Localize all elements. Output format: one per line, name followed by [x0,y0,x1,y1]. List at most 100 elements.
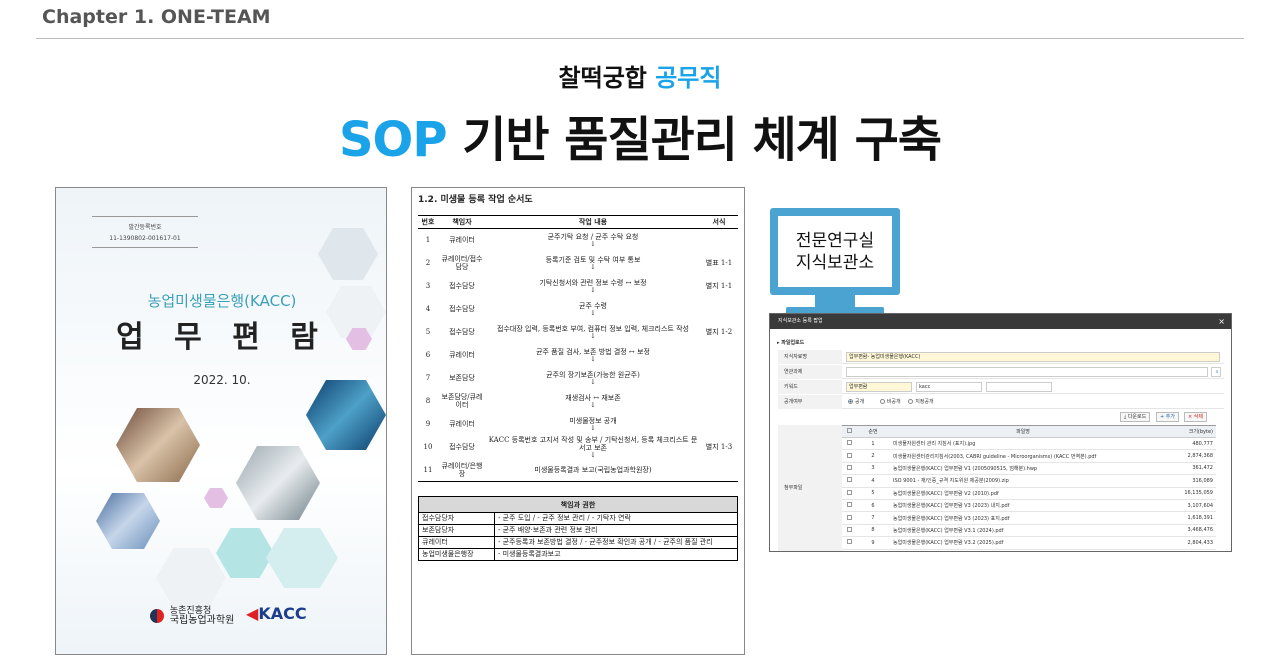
file-name[interactable]: 미생물자원센터 관리 지침서 (표지).jpg [890,437,1156,451]
table-row: 11 큐레이터/은행장 미생물등록결과 보고(국립농업과학원장) [418,458,738,482]
row-owner-text: 접수담당 [449,282,475,290]
keyword-input-1[interactable]: 업무편람 [846,382,912,392]
table-row: 보존담당자 - 균주 배양·보존과 관련 정보 관리 [418,524,738,537]
row-number-text: 3 [425,282,431,290]
row-form-text: 별표 1-1 [705,259,733,267]
file-row[interactable]: 4 ISO 9001 - 재/인증_규격 지도위원 제공분(2009).zip 31… [842,474,1216,488]
checkbox-icon [846,502,852,508]
row-task: KACC 등록번호 고지서 작성 및 송부 / 기탁신청서, 등록 체크리스트 … [486,436,700,459]
keyword-row: 키워드 업무편람 kacc [778,380,1224,394]
slide-subtitle: 찰떡궁합 공무직 [0,58,1280,93]
file-row[interactable]: 8 농업미생물은행(KACC) 업무편람 V3.1 (2024).pdf 3,468… [842,524,1216,538]
table-row: 8 보존담당/큐레이터 재생검사 ↔ 재보존 ↓ [418,390,738,413]
row-checkbox[interactable] [842,499,856,513]
file-row[interactable]: 1 미생물자원센터 관리 지침서 (표지).jpg 480,777 [842,437,1216,451]
popup-title: 지식보관소 등록 팝업 [778,318,823,324]
radio-target[interactable]: 지정공개 [908,399,934,405]
row-form: 별표 1-1 [700,252,738,275]
row-checkbox[interactable] [842,487,856,500]
keyword-input-3[interactable] [986,382,1052,392]
material-input[interactable]: 업무편람- 농업미생물은행(KACC) [846,352,1220,362]
arrow-down-icon: ↓ [590,331,596,340]
registration-number: 11-1390802-001617-01 [109,235,181,242]
file-number: 4 [856,474,890,488]
table-row: 큐레이터 - 균주등록과 보존방법 결정 / - 균주정보 확인과 공개 / - … [418,536,738,549]
file-row[interactable]: 6 농업미생물은행(KACC) 업무편람 V3 (2023) 내지.pdf 3,10… [842,499,1216,513]
radio-public[interactable]: 공개 [848,399,864,405]
lab-photo-hex [96,493,160,549]
row-owner-text: 접수담당 [449,305,475,313]
row-number-text: 2 [425,259,431,267]
row-checkbox[interactable] [842,511,856,525]
row-owner: 큐레이터/은행장 [438,458,486,482]
close-icon[interactable]: × [1218,314,1225,329]
row-owner: 접수담당 [438,298,486,321]
file-name[interactable]: 농업미생물은행(KACC) 업무편람 V1 (2005090515, 엄해분).… [890,462,1156,476]
keyword-input-2[interactable]: kacc [916,382,982,392]
row-number-text: 9 [425,420,431,428]
row-owner-text: 접수담당 [449,443,475,451]
file-row[interactable]: 5 농업미생물은행(KACC) 업무편람 V2 (2010).pdf 16,135,… [842,487,1216,500]
radio-private[interactable]: 비공개 [879,399,901,405]
row-checkbox[interactable] [842,536,856,550]
row-number: 9 [418,413,438,436]
role-duties: - 균주 배양·보존과 관련 정보 관리 [494,524,738,537]
row-checkbox[interactable] [842,474,856,488]
registration-label: 발간등록번호 [128,224,162,231]
row-form [700,458,738,482]
row-checkbox[interactable] [842,437,856,451]
public-row: 공개여부 공개 비공개 지정공개 [778,395,1224,409]
row-owner-text: 큐레이터 [449,420,475,428]
task-label: 연관과제 [778,365,842,379]
file-row[interactable]: 2 미생물자원센터관리지침서(2003, CABRI guideline - Mi… [842,449,1216,463]
row-owner-text: 큐레이터/은행장 [441,461,483,478]
monitor-icon: 전문연구실 지식보관소 [770,208,900,295]
checkbox-icon [846,477,852,483]
decor-hex [156,548,226,608]
procedure-table: 번호 책임자 작업 내용 서식 1 큐레이터 균주기탁 요청 / 균주 수탁 요청 ↓… [418,215,738,482]
row-form-text: 별지 1-1 [705,282,733,290]
role-name: 큐레이터 [418,536,495,549]
table-row: 5 접수담당 접수대장 입력, 등록번호 부여, 컴퓨터 정보 입력, 체크리스트 … [418,321,738,344]
row-owner: 접수담당 [438,321,486,344]
checkbox-icon [846,464,852,470]
file-name[interactable]: ISO 9001 - 재/인증_규격 지도위원 제공분(2009).zip [890,474,1156,488]
file-row[interactable]: 9 농업미생물은행(KACC) 업무편람 V3.2 (2025).pdf 2,804… [842,536,1216,550]
radio-icon [908,399,914,404]
arrow-down-icon: ↓ [590,308,596,317]
row-task: 기탁신청서와 관련 정보 수령 ↔ 보정 ↓ [486,275,700,298]
row-checkbox[interactable] [842,524,856,538]
select-all-checkbox[interactable] [842,425,856,438]
file-row[interactable]: 7 농업미생물은행(KACC) 업무편람 V3 (2023) 표지.pdf 1,61… [842,511,1216,525]
file-name[interactable]: 농업미생물은행(KACC) 업무편람 V3.2 (2025).pdf [890,536,1156,550]
file-name[interactable]: 농업미생물은행(KACC) 업무편람 V3.1 (2024).pdf [890,524,1156,538]
arrow-down-icon: ↓ [590,262,596,271]
rda-logo: 농촌진흥청 국립농업과학원 [150,606,234,626]
subtitle-main: 찰떡궁합 [558,64,647,92]
row-number: 5 [418,321,438,344]
file-row[interactable]: 3 농업미생물은행(KACC) 업무편람 V1 (2005090515, 엄해분)… [842,462,1216,476]
file-number: 3 [856,462,890,476]
file-size: 16,135,059 [1156,487,1216,500]
file-name[interactable]: 농업미생물은행(KACC) 업무편람 V3 (2023) 내지.pdf [890,499,1156,513]
row-task: 균주의 장기보존(가능한 원균주) ↓ [486,367,700,390]
file-size: 2,804,433 [1156,536,1216,550]
file-name[interactable]: 농업미생물은행(KACC) 업무편람 V3 (2023) 표지.pdf [890,511,1156,525]
search-icon[interactable]: ⌕ [1211,367,1221,377]
row-number: 6 [418,344,438,367]
download-button[interactable]: ⤓ 다운로드 [1120,412,1151,422]
row-owner: 큐레이터 [438,229,486,252]
delete-button[interactable]: × 삭제 [1184,412,1207,422]
row-checkbox[interactable] [842,462,856,476]
column-header: 번호 [418,215,438,229]
add-button[interactable]: + 추가 [1156,412,1179,422]
row-checkbox[interactable] [842,449,856,463]
delete-label: 삭제 [1193,414,1203,420]
file-name[interactable]: 미생물자원센터관리지침서(2003, CABRI guideline - Mic… [890,449,1156,463]
row-number-text: 7 [425,374,431,382]
arrow-down-icon: ↓ [590,400,596,409]
file-number: 2 [856,449,890,463]
task-input[interactable] [846,367,1208,377]
file-name[interactable]: 농업미생물은행(KACC) 업무편람 V2 (2010).pdf [890,487,1156,500]
file-size: 480,777 [1156,437,1216,451]
